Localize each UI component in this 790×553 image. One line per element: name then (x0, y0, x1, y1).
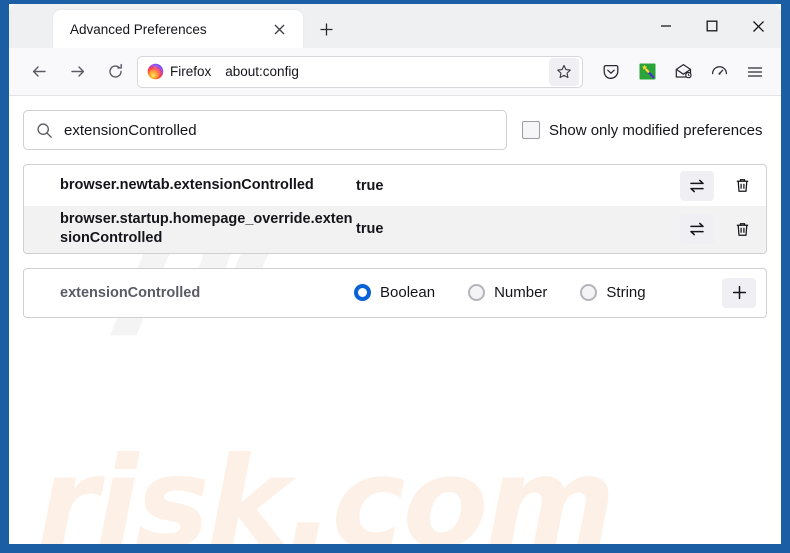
preference-value: true (356, 177, 384, 194)
table-row[interactable]: browser.newtab.extensionControlled true (24, 165, 766, 206)
url-text: about:config (225, 64, 299, 79)
close-button[interactable] (735, 4, 781, 48)
reload-icon[interactable] (99, 56, 131, 88)
radio-dot-string[interactable] (580, 284, 598, 302)
preference-name: browser.startup.homepage_override.extens… (60, 211, 353, 247)
search-icon (36, 122, 53, 139)
firefox-brand-chip: Firefox (141, 58, 221, 85)
watermark-risk-com: risk.com (37, 431, 616, 544)
add-preference-button[interactable] (722, 277, 756, 308)
tab-close-icon[interactable] (267, 17, 291, 41)
star-icon[interactable] (549, 57, 579, 86)
forward-arrow-icon[interactable] (61, 56, 93, 88)
add-preference-row: extensionControlled Boolean Number Strin… (23, 267, 767, 318)
new-preference-name: extensionControlled (60, 284, 201, 301)
search-row: extensionControlled Show only modified p… (23, 110, 767, 150)
magic-wand-extension-icon[interactable] (631, 56, 663, 88)
browser-tab-advanced-preferences[interactable]: Advanced Preferences (53, 10, 303, 48)
window-frame-bottom (0, 544, 790, 553)
window-frame-right (781, 0, 790, 553)
preference-name: browser.newtab.extensionControlled (60, 176, 314, 193)
minimize-button[interactable] (643, 4, 689, 48)
search-input-value: extensionControlled (64, 121, 197, 139)
search-input[interactable]: extensionControlled (23, 110, 507, 150)
firefox-brand-label: Firefox (170, 64, 212, 79)
preferences-table: browser.newtab.extensionControlled true (23, 164, 767, 254)
hamburger-menu-icon[interactable] (739, 56, 771, 88)
radio-label-number: Number (494, 284, 548, 302)
radio-option-string[interactable]: String (580, 284, 646, 302)
row-actions (680, 170, 756, 201)
firefox-browser-window: Advanced Preferences Firefox about:confi… (9, 4, 781, 544)
radio-label-string: String (606, 284, 646, 302)
tab-strip: Advanced Preferences (9, 4, 781, 48)
toggle-arrows-icon[interactable] (680, 214, 714, 245)
radio-dot-boolean[interactable] (354, 284, 371, 302)
toggle-arrows-icon[interactable] (680, 170, 714, 201)
url-bar[interactable]: Firefox about:config (137, 55, 583, 88)
radio-option-boolean[interactable]: Boolean (354, 284, 436, 302)
table-row[interactable]: browser.startup.homepage_override.extens… (24, 206, 766, 253)
back-arrow-icon[interactable] (23, 56, 55, 88)
tab-title: Advanced Preferences (70, 21, 207, 37)
trash-icon[interactable] (728, 215, 756, 243)
pocket-icon[interactable] (595, 56, 627, 88)
radio-option-number[interactable]: Number (468, 284, 548, 302)
preference-type-radio-group: Boolean Number String (354, 284, 722, 302)
window-frame-left (0, 0, 9, 553)
navigation-toolbar: Firefox about:config (9, 48, 781, 96)
desktop-background: Advanced Preferences Firefox about:confi… (0, 0, 790, 553)
trash-icon[interactable] (728, 172, 756, 200)
firefox-logo-icon (147, 63, 164, 80)
preference-value: true (356, 221, 384, 238)
row-actions (680, 214, 756, 245)
show-modified-preferences-checkbox[interactable]: Show only modified preferences (522, 121, 762, 139)
plus-icon (732, 285, 746, 300)
mail-icon[interactable] (667, 56, 699, 88)
radio-label-boolean: Boolean (380, 284, 436, 302)
sync-account-icon[interactable] (703, 56, 735, 88)
radio-dot-number[interactable] (468, 284, 486, 302)
show-modified-label: Show only modified preferences (549, 121, 763, 139)
window-controls (643, 4, 781, 48)
checkbox-box[interactable] (522, 121, 540, 139)
about-config-page: pc risk.com extensionControlled Show onl… (9, 96, 781, 544)
maximize-button[interactable] (689, 4, 735, 48)
new-tab-icon[interactable] (311, 14, 341, 44)
